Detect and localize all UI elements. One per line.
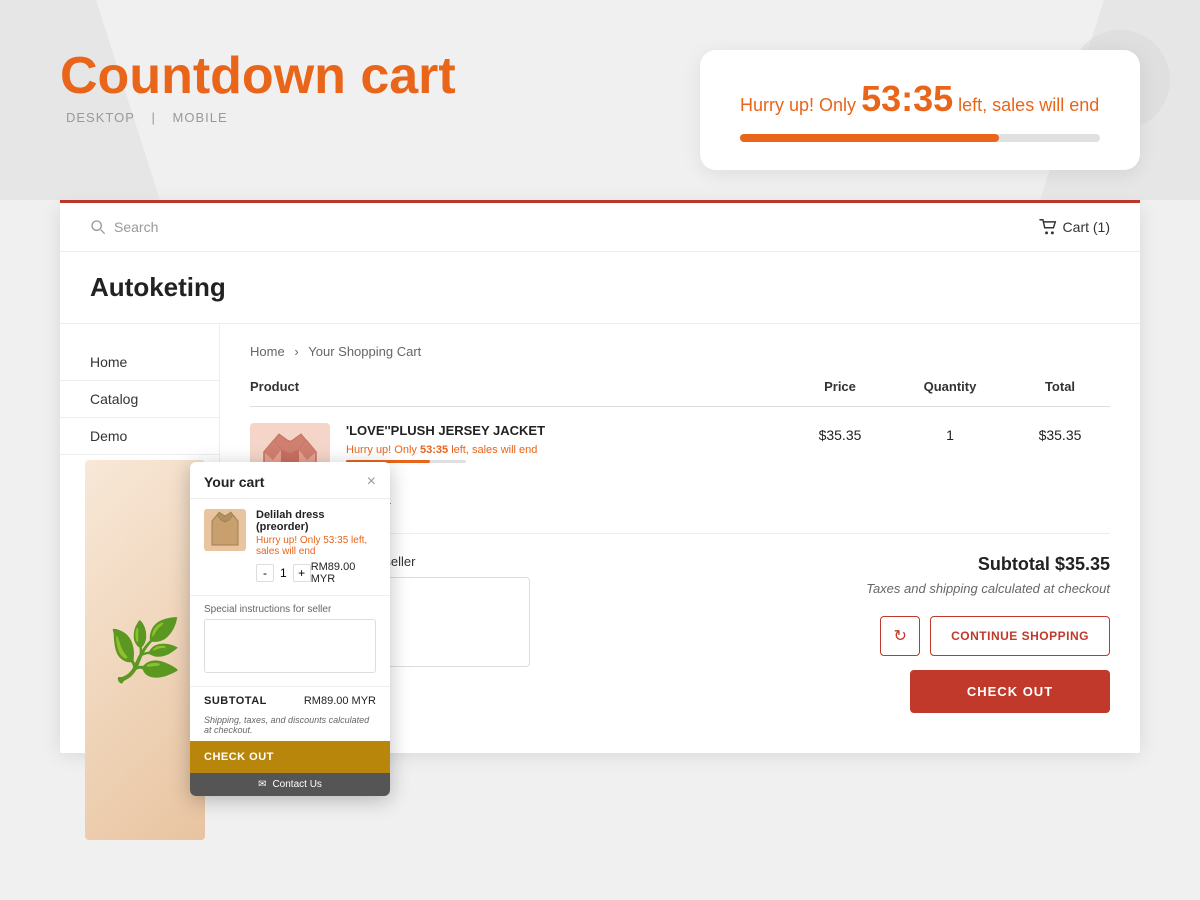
- popup-subtotal: SUBTOTAL RM89.00 MYR: [190, 686, 390, 715]
- col-quantity: Quantity: [890, 379, 1010, 394]
- popup-checkout-label: CHECK OUT: [204, 751, 274, 763]
- qty-plus-button[interactable]: +: [293, 564, 311, 582]
- close-icon[interactable]: ×: [367, 474, 376, 490]
- title-block: Countdown cart DESKTOP | MOBILE: [60, 50, 456, 125]
- store-header: Search Cart (1): [60, 203, 1140, 252]
- popup-item-name: Delilah dress (preorder): [256, 509, 376, 533]
- subtitle-desktop: DESKTOP: [66, 110, 135, 125]
- popup-instructions-label: Special instructions for seller: [204, 604, 376, 615]
- popup-instructions-textarea[interactable]: [204, 619, 376, 673]
- item-price: $35.35: [790, 423, 890, 443]
- page-subtitle: DESKTOP | MOBILE: [60, 110, 456, 125]
- subtotal-label: Subtotal: [978, 554, 1050, 574]
- popup-subtotal-label: SUBTOTAL: [204, 695, 267, 707]
- popup-item-image: [204, 509, 246, 551]
- subtitle-divider: |: [152, 110, 156, 125]
- countdown-progress-container: [740, 134, 1100, 142]
- checkout-button[interactable]: CHECK OUT: [910, 670, 1110, 713]
- cart-icon: [1039, 219, 1057, 235]
- store-name: Autoketing: [60, 252, 1140, 324]
- cart-actions: ↻ CONTINUE SHOPPING: [866, 616, 1110, 656]
- item-total: $35.35: [1010, 423, 1110, 443]
- popup-header: Your cart ×: [190, 462, 390, 499]
- item-quantity: 1: [890, 423, 1010, 443]
- countdown-banner: Hurry up! Only 53:35 left, sales will en…: [700, 50, 1140, 170]
- popup-qty-controls: - 1 +: [256, 564, 311, 582]
- col-price: Price: [790, 379, 890, 394]
- countdown-progress-fill: [740, 134, 999, 142]
- item-countdown-suffix: left, sales will end: [451, 444, 537, 456]
- search-label: Search: [114, 219, 158, 235]
- subtitle-mobile: MOBILE: [173, 110, 228, 125]
- popup-subtotal-amount: RM89.00 MYR: [304, 695, 376, 707]
- cart-link[interactable]: Cart (1): [1039, 219, 1110, 235]
- continue-shopping-button[interactable]: CONTINUE SHOPPING: [930, 616, 1110, 656]
- popup-title: Your cart: [204, 474, 264, 490]
- refresh-button[interactable]: ↻: [880, 616, 920, 656]
- your-cart-popup: Your cart × Delilah dress (preorder) Hur…: [190, 462, 390, 796]
- breadcrumb-current: Your Shopping Cart: [308, 344, 421, 359]
- bg-product-image: 🌿: [85, 460, 205, 840]
- popup-item-price: RM89.00 MYR: [311, 561, 376, 585]
- breadcrumb-home[interactable]: Home: [250, 344, 285, 359]
- qty-minus-button[interactable]: -: [256, 564, 274, 582]
- breadcrumb-arrow: ›: [294, 344, 302, 359]
- cart-count-label: Cart (1): [1063, 219, 1110, 235]
- countdown-prefix: Hurry up! Only: [740, 95, 856, 115]
- breadcrumb: Home › Your Shopping Cart: [250, 344, 1110, 359]
- countdown-text: Hurry up! Only 53:35 left, sales will en…: [740, 78, 1100, 120]
- product-name: 'LOVE''PLUSH JERSEY JACKET: [346, 423, 790, 438]
- qty-value: 1: [280, 566, 287, 580]
- refresh-icon: ↻: [893, 626, 906, 646]
- subtotal-amount: Subtotal $35.35: [866, 554, 1110, 575]
- bg-hand-illustration: 🌿: [85, 460, 205, 840]
- search-icon: [90, 219, 106, 235]
- cart-table-header: Product Price Quantity Total: [250, 379, 1110, 407]
- popup-instructions: Special instructions for seller: [190, 596, 390, 686]
- product-details: 'LOVE''PLUSH JERSEY JACKET Hurry up! Onl…: [346, 423, 790, 505]
- subtotal-section: Subtotal $35.35 Taxes and shipping calcu…: [866, 554, 1110, 713]
- item-countdown: Hurry up! Only 53:35 left, sales will en…: [346, 444, 790, 456]
- item-countdown-time: 53:35: [420, 444, 448, 456]
- contact-us-button[interactable]: ✉ Contact Us: [190, 773, 390, 796]
- col-total: Total: [1010, 379, 1110, 394]
- popup-item: Delilah dress (preorder) Hurry up! Only …: [190, 499, 390, 596]
- sidebar-item-catalog[interactable]: Catalog: [60, 381, 219, 418]
- sidebar-item-demo[interactable]: Demo: [60, 418, 219, 455]
- popup-item-svg: [209, 511, 241, 549]
- popup-item-countdown: Hurry up! Only 53:35 left, sales will en…: [256, 535, 376, 557]
- popup-item-details: Delilah dress (preorder) Hurry up! Only …: [256, 509, 376, 585]
- subtotal-value: $35.35: [1055, 554, 1110, 574]
- popup-shipping-note: Shipping, taxes, and discounts calculate…: [190, 715, 390, 741]
- sidebar-item-home[interactable]: Home: [60, 344, 219, 381]
- search-bar[interactable]: Search: [90, 219, 158, 235]
- taxes-note: Taxes and shipping calculated at checkou…: [866, 581, 1110, 596]
- page-title: Countdown cart: [60, 50, 456, 102]
- mail-icon: ✉: [258, 779, 266, 790]
- product-variant: 5 years: [346, 471, 790, 485]
- col-product: Product: [250, 379, 790, 394]
- countdown-time: 53:35: [861, 78, 953, 119]
- popup-checkout-button[interactable]: CHECK OUT: [190, 741, 390, 773]
- contact-label: Contact Us: [272, 779, 321, 790]
- page-wrapper: Countdown cart DESKTOP | MOBILE Hurry up…: [0, 0, 1200, 900]
- item-countdown-prefix: Hurry up! Only: [346, 444, 417, 456]
- popup-qty-row: - 1 + RM89.00 MYR: [256, 561, 376, 585]
- countdown-suffix: left, sales will end: [958, 95, 1099, 115]
- remove-link[interactable]: Remove: [346, 491, 790, 505]
